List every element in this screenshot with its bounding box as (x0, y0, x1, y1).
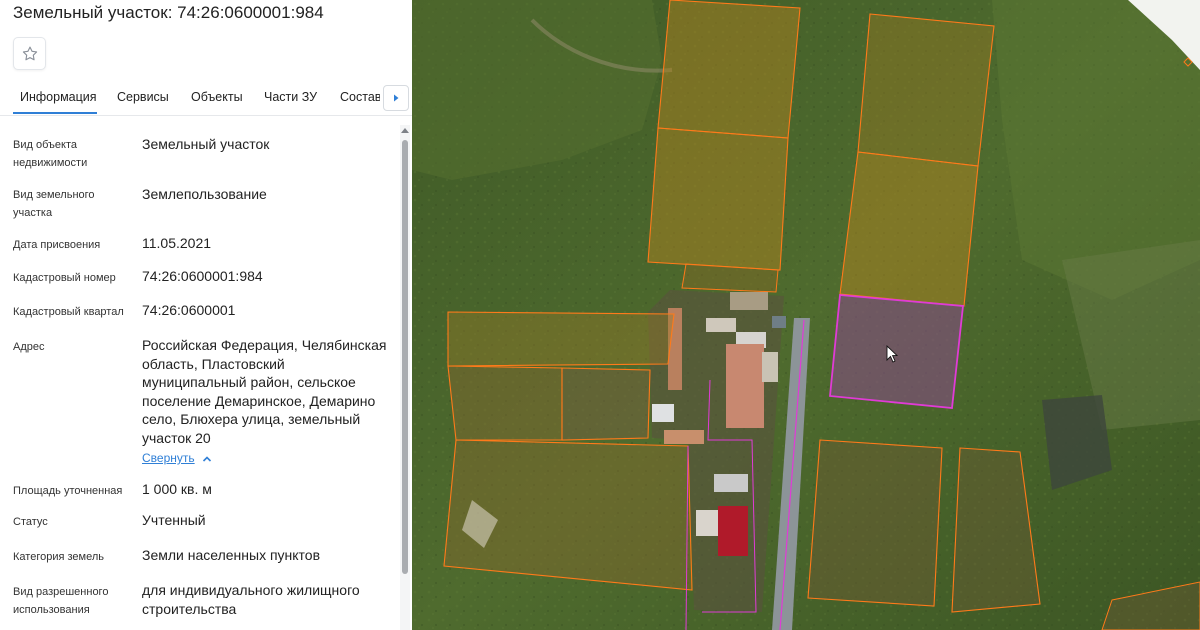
tab-bar: Информация Сервисы Объекты Части ЗУ Сост… (0, 80, 412, 116)
address-value: Российская Федерация, Челябинская област… (142, 337, 387, 446)
chevron-up-icon[interactable] (201, 453, 213, 465)
land-category-label: Категория земель (13, 551, 104, 563)
parcel[interactable] (447, 365, 563, 441)
collapse-link[interactable]: Свернуть (142, 451, 195, 465)
permitted-use-label: Вид разрешенного использования (13, 586, 109, 616)
land-category-value: Земли населенных пунктов (142, 547, 321, 563)
star-icon (22, 46, 37, 60)
parcel[interactable] (647, 127, 789, 271)
cadastral-number-value: 74:26:0600001:984 (142, 268, 263, 284)
parcel[interactable] (839, 151, 979, 307)
info-panel: Земельный участок: 74:26:0600001:984 Инф… (0, 0, 412, 630)
selected-parcel[interactable] (829, 294, 964, 409)
land-type-label: Вид земельного участка (13, 189, 95, 219)
parcel[interactable] (447, 311, 675, 367)
chevron-right-icon (394, 94, 399, 102)
cadastral-quarter-value: 74:26:0600001 (142, 302, 236, 318)
tab-services[interactable]: Сервисы (117, 90, 169, 104)
land-type-value: Землепользование (142, 186, 267, 202)
map-canvas[interactable] (412, 0, 1200, 630)
info-list: Вид объекта недвижимости Земельный участ… (0, 118, 400, 630)
object-type-label: Вид объекта недвижимости (13, 139, 88, 169)
satellite-map[interactable] (412, 0, 1200, 630)
tab-information[interactable]: Информация (20, 90, 97, 104)
status-label: Статус (13, 516, 48, 528)
parcel[interactable] (657, 0, 801, 139)
area-value: 1 000 кв. м (142, 481, 212, 497)
cadastral-quarter-label: Кадастровый квартал (13, 306, 124, 318)
parcel[interactable] (807, 439, 943, 607)
status-value: Учтенный (142, 512, 206, 528)
permitted-use-value: для индивидуального жилищного строительс… (142, 582, 360, 617)
date-assigned-label: Дата присвоения (13, 239, 101, 251)
tab-parts[interactable]: Части ЗУ (264, 90, 317, 104)
parcel-group-upper-left (647, 0, 801, 293)
favorite-button[interactable] (13, 37, 46, 70)
parcel[interactable] (857, 13, 995, 167)
scroll-up-arrow-icon[interactable] (401, 127, 409, 133)
date-assigned-value: 11.05.2021 (142, 235, 212, 251)
page-title: Земельный участок: 74:26:0600001:984 (13, 3, 324, 22)
scrollbar-thumb[interactable] (402, 140, 408, 574)
address-label: Адрес (13, 341, 45, 353)
active-tab-indicator (13, 112, 97, 114)
cadastral-number-label: Кадастровый номер (13, 272, 116, 284)
tab-composition[interactable]: Состав (340, 90, 380, 104)
object-type-value: Земельный участок (142, 136, 270, 152)
tab-scroll-button[interactable] (383, 85, 409, 111)
area-label: Площадь уточненная (13, 485, 123, 497)
parcel[interactable] (561, 367, 651, 441)
tab-objects[interactable]: Объекты (191, 90, 243, 104)
